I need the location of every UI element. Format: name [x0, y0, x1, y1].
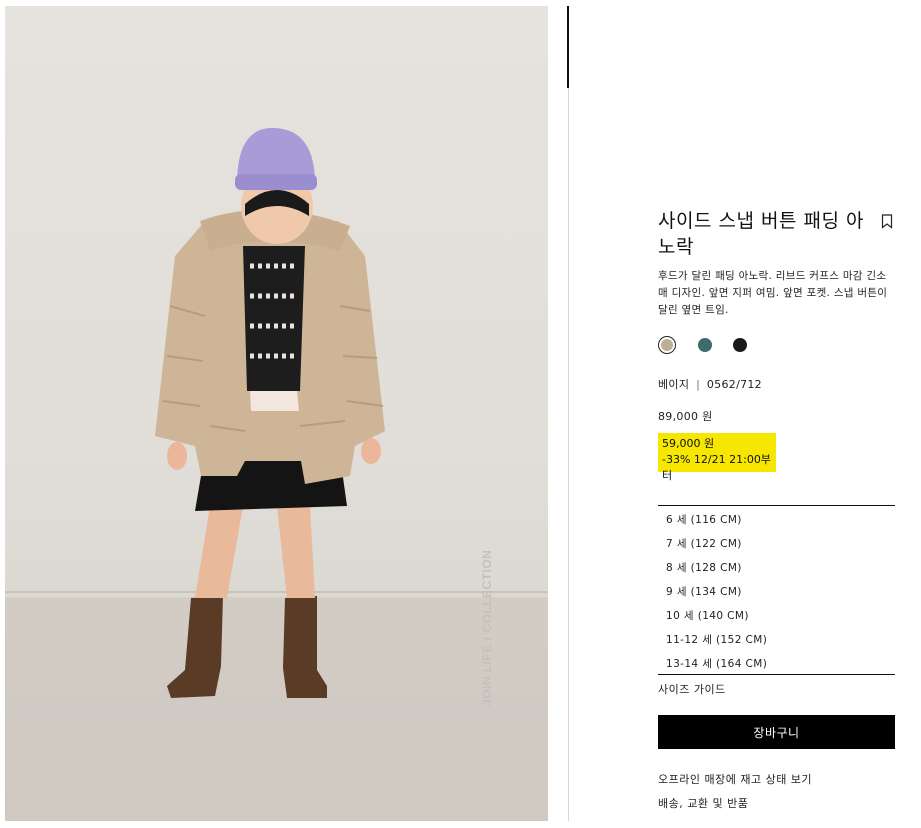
store-stock-link[interactable]: 오프라인 매장에 재고 상태 보기 — [658, 771, 812, 787]
size-option[interactable]: 7 세 (122 CM) — [666, 536, 742, 551]
reference-code: 0562/712 — [706, 378, 762, 391]
size-option[interactable]: 13-14 세 (164 CM) — [666, 656, 767, 671]
scroll-indicator[interactable] — [567, 6, 569, 88]
size-option[interactable]: 6 세 (116 CM) — [666, 512, 742, 527]
add-to-cart-button[interactable]: 장바구니 — [658, 715, 895, 749]
collection-watermark: JOIN LIFE / COLLECTION — [480, 549, 494, 706]
size-list: 6 세 (116 CM) 7 세 (122 CM) 8 세 (128 CM) 9… — [658, 505, 895, 675]
child-model-illustration — [155, 127, 385, 698]
color-swatch-teal[interactable] — [698, 338, 712, 352]
selected-color-name: 베이지 — [658, 378, 690, 391]
sale-price-box: 59,000 원 -33% 12/21 21:00부터 — [658, 433, 776, 482]
size-guide-link[interactable]: 사이즈 가이드 — [658, 681, 726, 697]
size-option[interactable]: 9 세 (134 CM) — [666, 584, 742, 599]
bookmark-icon[interactable] — [881, 214, 893, 229]
separator: | — [696, 378, 701, 391]
sale-price: 59,000 원 — [662, 437, 715, 450]
original-price: 89,000 원 — [658, 410, 713, 423]
color-swatch-beige[interactable] — [658, 336, 676, 354]
size-option[interactable]: 11-12 세 (152 CM) — [666, 632, 767, 647]
product-description: 후드가 달린 패딩 아노락. 리브드 커프스 마감 긴소매 디자인. 앞면 지퍼… — [658, 270, 888, 316]
sale-note: -33% 12/21 21:00부터 — [662, 453, 771, 482]
color-swatches — [658, 336, 778, 356]
shipping-returns-link[interactable]: 배송, 교환 및 반품 — [658, 795, 748, 811]
panel-divider — [568, 6, 569, 821]
color-swatch-black[interactable] — [733, 338, 747, 352]
size-option[interactable]: 10 세 (140 CM) — [666, 608, 749, 623]
product-image[interactable]: JOIN LIFE / COLLECTION — [5, 6, 548, 821]
size-option[interactable]: 8 세 (128 CM) — [666, 560, 742, 575]
color-and-reference: 베이지 | 0562/712 — [658, 376, 762, 392]
product-title: 사이드 스냅 버튼 패딩 아노락 — [658, 210, 864, 258]
